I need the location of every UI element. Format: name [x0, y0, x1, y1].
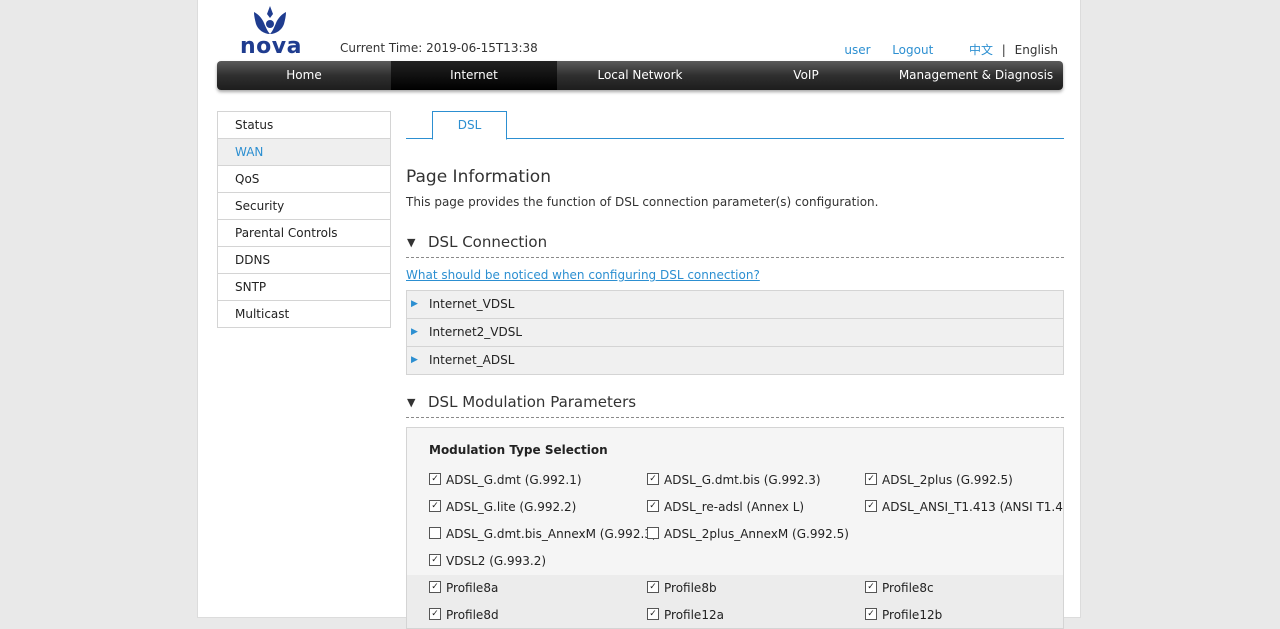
connection-row[interactable]: ▶ Internet2_VDSL — [407, 319, 1063, 347]
profile-option[interactable]: ✓ Profile8d — [429, 602, 499, 628]
modulation-option[interactable]: ✓ ADSL_G.lite (G.992.2) — [429, 494, 576, 521]
option-label: ADSL_re-adsl (Annex L) — [664, 500, 805, 514]
option-label: Profile8a — [446, 581, 499, 595]
nav-local-network[interactable]: Local Network — [557, 61, 723, 90]
checkbox-icon[interactable]: ✓ — [647, 580, 659, 593]
option-label: ADSL_G.dmt.bis_AnnexM (G.992.3) — [446, 527, 657, 541]
checkbox-icon[interactable]: ✓ — [865, 607, 877, 620]
profile-option[interactable]: ✓ Profile8b — [647, 575, 717, 602]
dsl-connection-list: ▶ Internet_VDSL ▶ Internet2_VDSL ▶ Inter… — [406, 290, 1064, 375]
triangle-down-icon: ▼ — [407, 236, 416, 249]
connection-row[interactable]: ▶ Internet_VDSL — [407, 291, 1063, 319]
checkbox-icon[interactable] — [647, 526, 659, 539]
option-label: ADSL_G.dmt.bis (G.992.3) — [664, 473, 821, 487]
modulation-option[interactable]: ✓ ADSL_ANSI_T1.413 (ANSI T1.413) — [865, 494, 1064, 521]
user-link[interactable]: user — [844, 43, 870, 57]
option-label: Profile12b — [882, 608, 943, 622]
sidebar-item-multicast[interactable]: Multicast — [218, 301, 390, 328]
main-nav: Home Internet Local Network VoIP Managem… — [217, 61, 1063, 90]
page: nova Current Time: 2019-06-15T13:38 user… — [198, 0, 1080, 629]
main-content: DSL Page Information This page provides … — [406, 111, 1064, 629]
option-label: ADSL_G.lite (G.992.2) — [446, 500, 577, 514]
option-label: Profile8b — [664, 581, 717, 595]
profile-option[interactable]: ✓ Profile12b — [865, 602, 943, 628]
header-links: user Logout 中文 | English — [844, 41, 1058, 58]
nova-logo: nova — [240, 4, 301, 59]
dsl-connection-title: DSL Connection — [428, 233, 548, 251]
option-label: VDSL2 (G.993.2) — [446, 554, 547, 568]
lang-separator: | — [1001, 43, 1006, 57]
checkbox-icon[interactable]: ✓ — [865, 580, 877, 593]
checkbox-icon[interactable]: ✓ — [429, 607, 441, 620]
option-label: ADSL_ANSI_T1.413 (ANSI T1.413) — [882, 500, 1064, 514]
current-time: Current Time: 2019-06-15T13:38 — [340, 41, 538, 55]
dsl-modulation-title: DSL Modulation Parameters — [428, 393, 637, 411]
nova-crest-icon — [254, 6, 286, 34]
logo-text: nova — [240, 34, 302, 59]
modulation-option[interactable]: ✓ ADSL_G.dmt.bis (G.992.3) — [647, 467, 821, 494]
connection-name: Internet_VDSL — [429, 297, 515, 311]
modulation-type-title: Modulation Type Selection — [429, 443, 608, 457]
triangle-down-icon: ▼ — [407, 396, 416, 409]
modulation-option[interactable]: ✓ ADSL_re-adsl (Annex L) — [647, 494, 804, 521]
option-label: Profile12a — [664, 608, 724, 622]
modulation-option[interactable]: ✓ VDSL2 (G.993.2) — [429, 548, 546, 575]
sidebar-item-wan[interactable]: WAN — [218, 139, 390, 166]
lang-chinese-link[interactable]: 中文 — [969, 43, 993, 57]
checkbox-icon[interactable]: ✓ — [429, 580, 441, 593]
page-description: This page provides the function of DSL c… — [406, 195, 879, 209]
connection-name: Internet_ADSL — [429, 353, 515, 367]
option-label: ADSL_G.dmt (G.992.1) — [446, 473, 582, 487]
option-label: ADSL_2plus (G.992.5) — [882, 473, 1013, 487]
modulation-grid: ✓ ADSL_G.dmt (G.992.1) ✓ ADSL_G.dmt.bis (G… — [407, 467, 1064, 628]
option-label: Profile8c — [882, 581, 934, 595]
checkbox-icon[interactable]: ✓ — [429, 499, 441, 512]
sidebar-item-qos[interactable]: QoS — [218, 166, 390, 193]
modulation-option[interactable]: ADSL_G.dmt.bis_AnnexM (G.992.3) — [429, 521, 657, 548]
connection-row[interactable]: ▶ Internet_ADSL — [407, 347, 1063, 374]
checkbox-icon[interactable]: ✓ — [647, 607, 659, 620]
checkbox-icon[interactable]: ✓ — [865, 472, 877, 485]
profile-option[interactable]: ✓ Profile8c — [865, 575, 934, 602]
checkbox-icon[interactable]: ✓ — [865, 499, 877, 512]
modulation-option[interactable]: ADSL_2plus_AnnexM (G.992.5) — [647, 521, 849, 548]
sidebar-item-parental-controls[interactable]: Parental Controls — [218, 220, 390, 247]
sidebar-item-status[interactable]: Status — [218, 112, 390, 139]
checkbox-icon[interactable]: ✓ — [647, 499, 659, 512]
triangle-right-icon: ▶ — [411, 355, 418, 365]
nav-voip[interactable]: VoIP — [723, 61, 889, 90]
option-label: Profile8d — [446, 608, 499, 622]
checkbox-icon[interactable]: ✓ — [429, 472, 441, 485]
sidebar: Status WAN QoS Security Parental Control… — [217, 111, 391, 328]
modulation-option[interactable]: ✓ ADSL_2plus (G.992.5) — [865, 467, 1013, 494]
checkbox-icon[interactable] — [429, 526, 441, 539]
dsl-modulation-header[interactable]: ▼ DSL Modulation Parameters — [406, 387, 1064, 418]
tab-dsl[interactable]: DSL — [432, 111, 507, 140]
profile-option[interactable]: ✓ Profile12a — [647, 602, 724, 628]
page-title: Page Information — [406, 167, 551, 187]
triangle-right-icon: ▶ — [411, 299, 418, 309]
option-label: ADSL_2plus_AnnexM (G.992.5) — [664, 527, 849, 541]
sidebar-item-security[interactable]: Security — [218, 193, 390, 220]
nav-internet[interactable]: Internet — [391, 61, 557, 90]
tab-bar: DSL — [406, 111, 1064, 140]
logout-link[interactable]: Logout — [892, 43, 933, 57]
modulation-option[interactable]: ✓ ADSL_G.dmt (G.992.1) — [429, 467, 582, 494]
sidebar-item-sntp[interactable]: SNTP — [218, 274, 390, 301]
profile-option[interactable]: ✓ Profile8a — [429, 575, 498, 602]
dsl-notice-link[interactable]: What should be noticed when configuring … — [406, 268, 760, 282]
dsl-connection-header[interactable]: ▼ DSL Connection — [406, 227, 1064, 258]
checkbox-icon[interactable]: ✓ — [647, 472, 659, 485]
lang-english-link[interactable]: English — [1015, 43, 1058, 57]
connection-name: Internet2_VDSL — [429, 325, 523, 339]
sidebar-item-ddns[interactable]: DDNS — [218, 247, 390, 274]
modulation-box: Modulation Type Selection ✓ ADSL_G.dmt (G… — [406, 427, 1064, 629]
nav-management-diagnosis[interactable]: Management & Diagnosis — [889, 61, 1063, 90]
checkbox-icon[interactable]: ✓ — [429, 553, 441, 566]
nav-home[interactable]: Home — [217, 61, 391, 90]
triangle-right-icon: ▶ — [411, 327, 418, 337]
